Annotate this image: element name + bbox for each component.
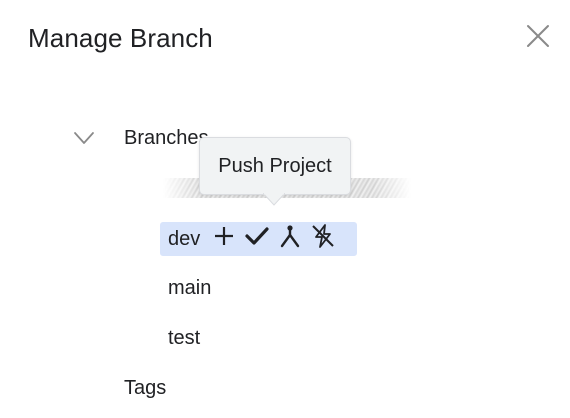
branch-tree: Branches Push Project dev main test Tags <box>0 0 570 418</box>
check-icon <box>245 225 269 253</box>
branch-name: test <box>168 327 201 349</box>
tags-label: Tags <box>124 377 167 399</box>
plus-icon <box>213 225 235 253</box>
branch-name: dev <box>168 228 201 250</box>
push-project-button[interactable] <box>310 224 336 254</box>
branch-actions <box>211 224 336 254</box>
manage-branch-dialog: Manage Branch Branches Push Project dev … <box>0 0 570 418</box>
chevron-down-icon[interactable] <box>70 124 98 152</box>
branches-node[interactable]: Branches <box>70 123 209 153</box>
branch-item-main[interactable]: main <box>160 271 211 305</box>
push-project-tooltip: Push Project <box>199 137 351 195</box>
checkout-branch-button[interactable] <box>244 225 270 253</box>
merge-branch-button[interactable] <box>277 225 303 253</box>
push-icon <box>311 224 335 254</box>
tooltip-text: Push Project <box>218 154 332 177</box>
branch-item-test[interactable]: test <box>160 321 200 355</box>
branch-item-dev[interactable]: dev <box>160 222 357 256</box>
tags-node[interactable]: Tags <box>124 374 166 402</box>
branches-label: Branches <box>124 127 209 149</box>
add-branch-button[interactable] <box>211 225 237 253</box>
merge-icon <box>279 224 301 254</box>
tooltip-arrow <box>262 192 286 211</box>
branch-name: main <box>168 277 212 299</box>
